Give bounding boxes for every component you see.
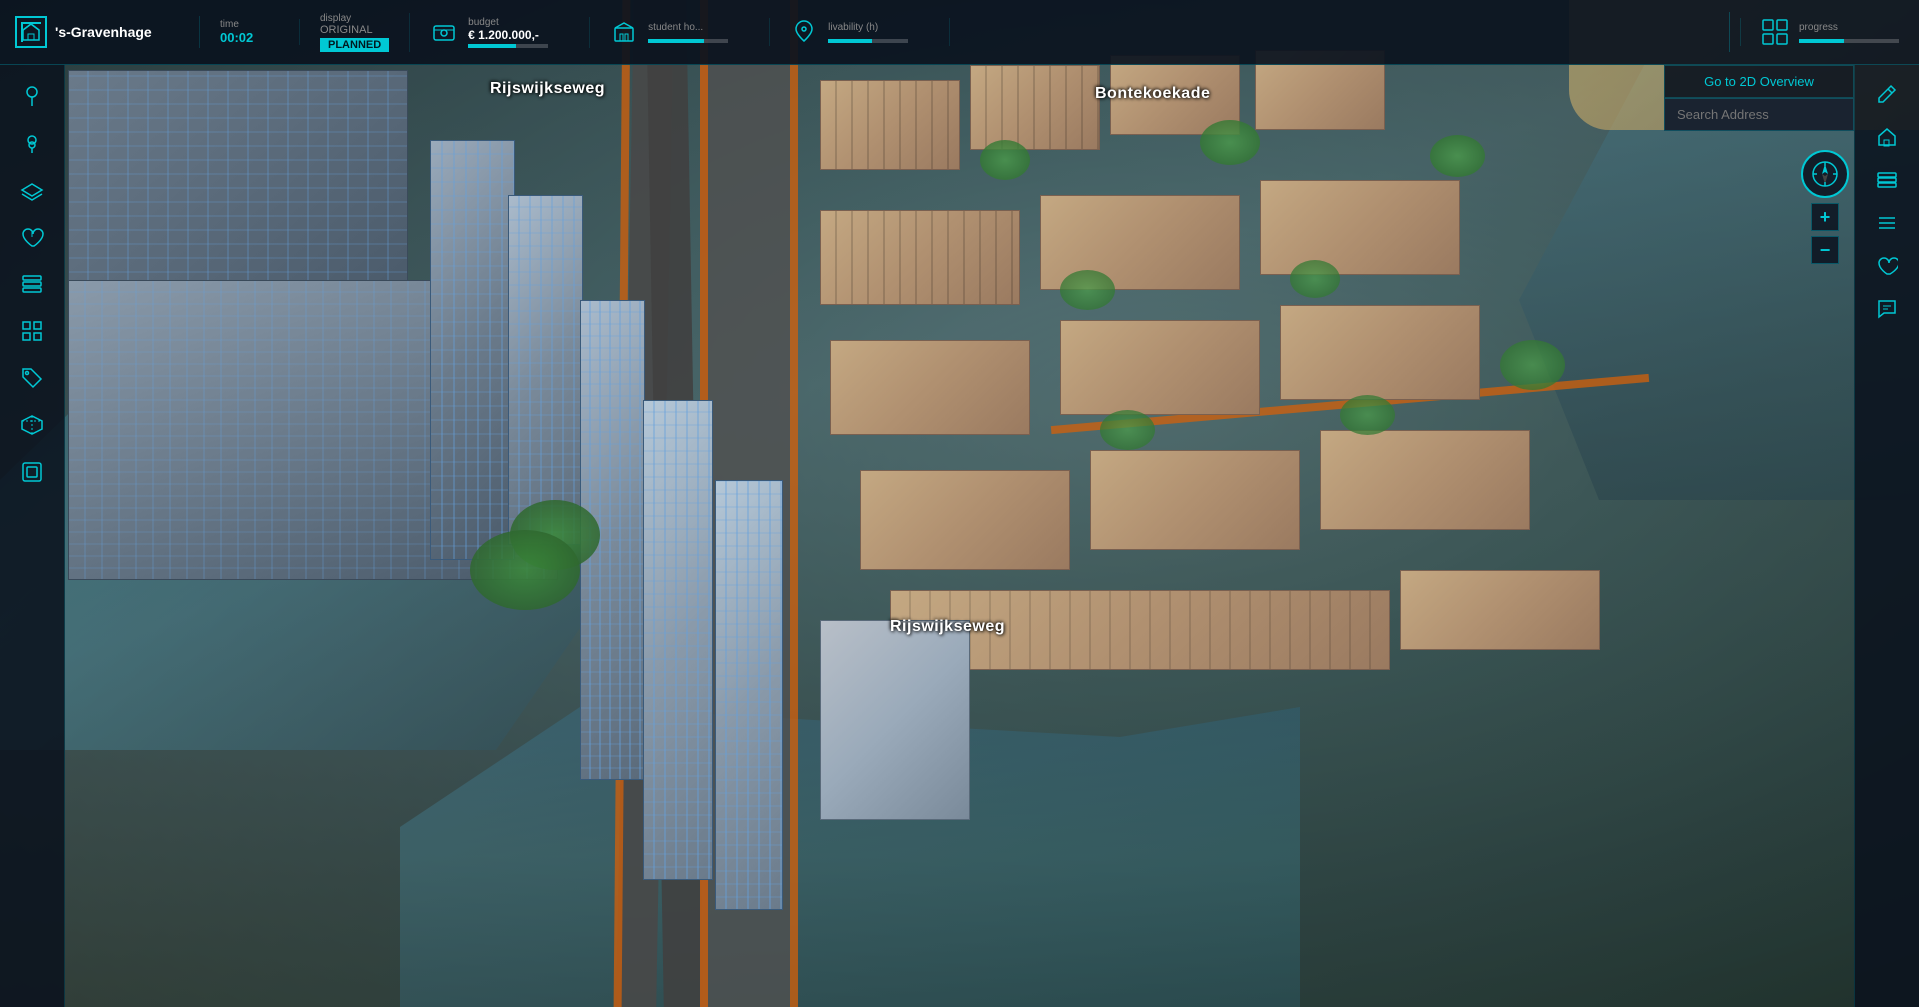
progress-label: progress [1799,22,1899,33]
tower-5 [715,480,783,910]
residential-2-1 [820,210,1020,305]
student-bar [648,39,728,43]
tree-cluster-7 [1290,260,1340,298]
livability-bar [828,39,908,43]
livability-section: livability (h) [770,18,950,46]
display-section: display ORIGINAL PLANNED [300,13,410,52]
tree-cluster-8 [1500,340,1565,390]
residential-1-1 [820,80,960,170]
progress-bar-fill [1799,39,1844,43]
go-2d-button[interactable]: Go to 2D Overview [1664,65,1854,98]
nav-controls: + − [1801,150,1849,264]
header-logo: 's-Gravenhage [0,16,200,48]
livability-icon [790,18,818,46]
residential-3-1 [830,340,1030,435]
student-section: student ho... [590,18,770,46]
student-info: student ho... [648,22,728,43]
zoom-out-button[interactable]: − [1811,236,1839,264]
livability-bar-fill [828,39,872,43]
tree-cluster-10 [1340,395,1395,435]
header-bar: 's-Gravenhage time 00:02 display ORIGINA… [0,0,1919,65]
sidebar-btn-heart[interactable] [11,216,53,258]
right-btn-heart[interactable] [1868,247,1906,285]
display-planned[interactable]: PLANNED [320,38,389,52]
zoom-in-button[interactable]: + [1811,203,1839,231]
building-bottom-grey [820,620,970,820]
residential-3-3 [1280,305,1480,400]
tree-cluster-5 [1430,135,1485,177]
progress-section: progress [1740,18,1919,46]
top-right-controls: Go to 2D Overview [1664,65,1854,131]
residential-4-3 [1320,430,1530,530]
map-viewport[interactable]: Rijswijkseweg Bontekoekade Rijswijkseweg [0,0,1919,1007]
student-label: student ho... [648,22,728,33]
budget-info: budget € 1.200.000,- [468,17,548,48]
sidebar-btn-tag[interactable] [11,357,53,399]
sidebar-btn-grid[interactable] [11,310,53,352]
sidebar-btn-tree1[interactable] [11,75,53,117]
tower-4 [643,400,713,880]
right-btn-layers[interactable] [1868,161,1906,199]
sidebar-btn-list[interactable] [11,263,53,305]
left-sidebar [0,65,65,1007]
livability-label: livability (h) [828,22,908,33]
compass-button[interactable] [1801,150,1849,198]
tower-2 [508,195,583,545]
right-btn-home[interactable] [1868,118,1906,156]
sidebar-btn-package[interactable] [11,404,53,446]
tree-cluster-6 [1060,270,1115,310]
student-bar-fill [648,39,704,43]
tree-cluster-9 [1100,410,1155,450]
budget-label: budget [468,17,548,28]
tree-cluster-3 [980,140,1030,180]
budget-section: budget € 1.200.000,- [410,17,590,48]
time-label: time [220,19,279,30]
livability-info: livability (h) [828,22,908,43]
residential-3-2 [1060,320,1260,415]
tree-cluster-4 [1200,120,1260,165]
road-marking-3 [790,0,798,1007]
right-btn-chat[interactable] [1868,290,1906,328]
sidebar-btn-tree2[interactable] [11,122,53,164]
display-original: ORIGINAL [320,24,389,36]
progress-bar [1799,39,1899,43]
progress-icon [1761,18,1789,46]
tree-cluster-2 [470,530,580,610]
residential-4-2 [1090,450,1300,550]
budget-icon [430,18,458,46]
budget-bar-fill [468,44,516,48]
residential-1-2 [970,65,1100,150]
residential-4-1 [860,470,1070,570]
logo-icon [15,16,47,48]
time-value: 00:02 [220,30,279,45]
residential-2-3 [1260,180,1460,275]
right-btn-edit[interactable] [1868,75,1906,113]
building-office-top [68,70,408,300]
right-btn-menu[interactable] [1868,204,1906,242]
student-icon [610,18,638,46]
budget-value: € 1.200.000,- [468,28,548,42]
sidebar-btn-frame[interactable] [11,451,53,493]
budget-bar [468,44,548,48]
search-address-input[interactable] [1664,98,1854,131]
sidebar-btn-layers[interactable] [11,169,53,211]
time-section: time 00:02 [200,19,300,45]
residential-5-2 [1400,570,1600,650]
progress-info: progress [1799,22,1899,43]
city-name: 's-Gravenhage [55,24,152,40]
right-sidebar [1854,65,1919,1007]
display-label: display [320,13,389,24]
tower-1 [430,140,515,560]
